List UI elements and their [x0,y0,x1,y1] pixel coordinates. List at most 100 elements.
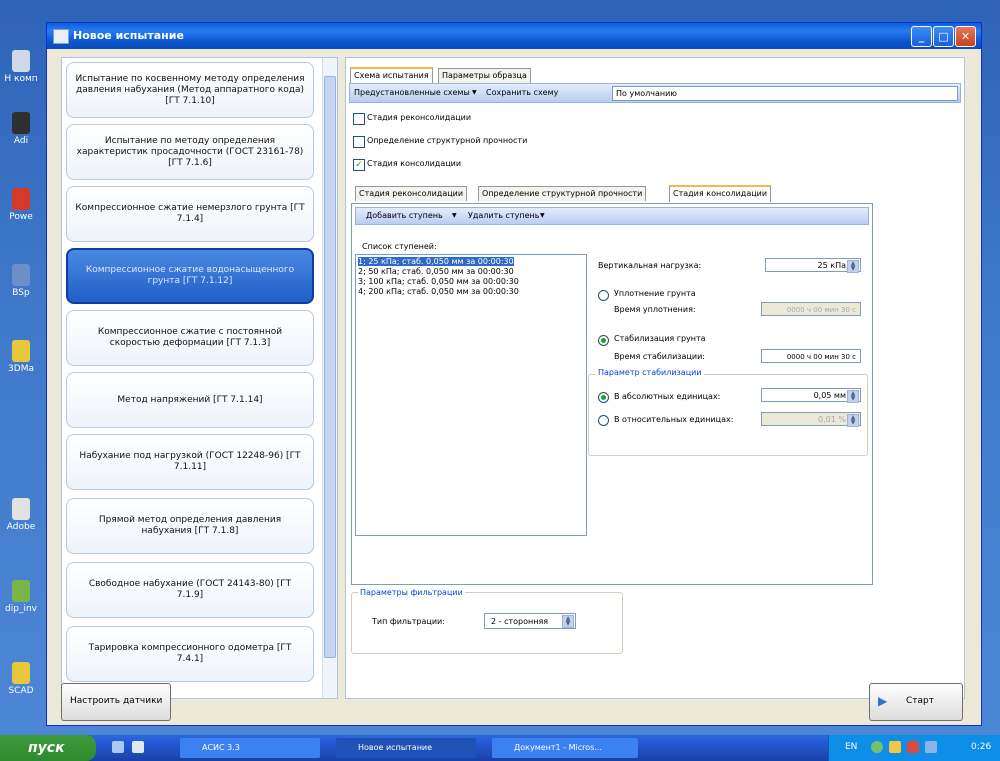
desktop-icon-adobe[interactable]: Adobe [2,498,40,532]
taskbar-item[interactable]: АСИС 3.3 [180,738,320,758]
checkbox-strength[interactable] [353,136,365,148]
load-field[interactable]: 25 кПа ▲ ▼ [765,258,861,273]
list-item-selected[interactable]: Компрессионное сжатие водонасыщенного гр… [66,248,314,304]
tab-label: Определение структурной прочности [482,189,643,198]
steps-label: Список ступеней: [362,242,437,251]
desktop-icon-scad[interactable]: SCAD [2,662,40,696]
list-item[interactable]: 1; 25 кПа; стаб. 0,050 мм за 00:00:30 [358,257,514,266]
list-item[interactable]: Компрессионное сжатие с постоянной скоро… [66,310,314,366]
list-item[interactable]: 3; 100 кПа; стаб. 0,050 мм за 00:00:30 [358,277,519,286]
add-step-button[interactable]: Добавить ступень [366,211,443,220]
list-item[interactable]: Набухание под нагрузкой (ГОСТ 12248-96) … [66,434,314,490]
list-item[interactable]: Испытание по косвенному методу определен… [66,62,314,118]
tab-label: Стадия реконсолидации [359,189,464,198]
radio-compaction[interactable] [598,290,609,301]
tray-icon[interactable] [907,741,919,753]
list-item[interactable]: Испытание по методу определения характер… [66,124,314,180]
load-label: Вертикальная нагрузка: [598,261,702,270]
load-value: 25 кПа [817,261,846,270]
tray-icon[interactable] [871,741,883,753]
tab-scheme[interactable]: Схема испытания [350,67,433,84]
stabilization-time-value: 0000 ч 00 мин 30 с [786,353,856,361]
configure-sensors-label: Настроить датчики [70,696,163,706]
radio-absolute[interactable] [598,392,609,403]
checkbox-consolidation-label: Стадия консолидации [367,159,462,168]
taskbar-item-active[interactable]: Новое испытание [336,738,476,758]
list-scroll-thumb[interactable] [324,76,336,658]
desktop-icon-dip[interactable]: dip_inv [2,580,40,614]
title-bar[interactable]: Новое испытание _ □ ✕ [47,23,981,49]
list-item[interactable]: 2; 50 кПа; стаб. 0,050 мм за 00:00:30 [358,267,514,276]
desktop-icon-label: dip_inv [5,604,37,614]
compaction-time-value: 0000 ч 00 мин 30 с [786,306,856,314]
radio-relative[interactable] [598,415,609,426]
start-label: Старт [906,696,934,706]
consolidation-stage-box: Добавить ступень ▼ Удалить ступень ▼ Спи… [351,203,873,585]
compaction-time-field: 0000 ч 00 мин 30 с [761,302,861,316]
list-item[interactable]: Компрессионное сжатие немерзлого грунта … [66,186,314,242]
save-scheme-button[interactable]: Сохранить схему [486,88,558,97]
scheme-name-value: По умолчанию [616,89,678,98]
tab-params[interactable]: Параметры образца [438,68,531,83]
maximize-button[interactable]: □ [933,26,954,47]
desktop-icon-adi[interactable]: Adi [2,112,40,146]
absolute-field[interactable]: 0,05 мм ▲ ▼ [761,388,861,403]
radio-stabilization-label: Стабилизация грунта [614,334,706,343]
list-item-label: Испытание по косвенному методу определен… [75,73,305,106]
desktop-icon-bsp[interactable]: BSp [2,264,40,298]
spin-button[interactable]: ▲ ▼ [847,390,859,403]
radio-stabilization[interactable] [598,335,609,346]
steps-list[interactable]: 1; 25 кПа; стаб. 0,050 мм за 00:00:30 2;… [355,254,587,536]
list-item[interactable]: Прямой метод определения давления набуха… [66,498,314,554]
filtration-type-value: 2 - сторонняя [491,617,549,626]
start-menu-button[interactable]: пуск [0,735,96,761]
spin-button: ▲ ▼ [847,414,859,427]
app-icon [12,188,30,210]
checkbox-consolidation[interactable]: ✓ [353,159,365,171]
minimize-button[interactable]: _ [911,26,932,47]
list-item[interactable]: Тарировка компрессионного одометра [ГТ 7… [66,626,314,682]
desktop-icon-label: Adi [13,136,29,146]
filtration-type-field[interactable]: 2 - сторонняя ▲ ▼ [484,613,576,629]
spin-button[interactable]: ▲ ▼ [562,615,574,628]
subtab-reconsolidation[interactable]: Стадия реконсолидации [355,186,468,201]
filtration-type-label: Тип фильтрации: [372,617,445,626]
remove-step-button[interactable]: Удалить ступень [468,211,539,220]
desktop-icon-label: BSp [12,288,30,298]
desktop-icon-powe[interactable]: Powe [2,188,40,222]
scheme-name-input[interactable]: По умолчанию [612,86,958,101]
desktop-icon-computer[interactable]: Н комп [2,50,40,84]
subtab-consolidation[interactable]: Стадия консолидации [669,185,772,202]
desktop-icon-label: SCAD [8,686,34,696]
stage-toolbar: Добавить ступень ▼ Удалить ступень ▼ [355,207,869,225]
language-indicator[interactable]: EN [845,742,857,752]
subtab-strength[interactable]: Определение структурной прочности [478,186,647,201]
configure-sensors-button[interactable]: Настроить датчики [61,683,171,721]
chevron-down-icon[interactable]: ▼ [452,212,457,219]
checkbox-reconsolidation[interactable] [353,113,365,125]
quicklaunch-icon[interactable] [132,741,144,753]
list-item[interactable]: Свободное набухание (ГОСТ 24143-80) [ГТ … [66,562,314,618]
filtration-group: Параметры фильтрации Тип фильтрации: 2 -… [351,588,623,654]
chevron-down-icon[interactable]: ▼ [540,212,545,219]
start-button[interactable]: ▶ Старт [869,683,963,721]
stabilization-time-field[interactable]: 0000 ч 00 мин 30 с [761,349,861,363]
desktop-icon-label: Powe [9,212,33,222]
presets-button[interactable]: Предустановленные схемы [354,88,470,97]
tray-icon[interactable] [925,741,937,753]
desktop-icon-3dma[interactable]: 3DMa [2,340,40,374]
tray-icon[interactable] [889,741,901,753]
play-icon: ▶ [878,694,888,708]
checkbox-strength-label: Определение структурной прочности [367,136,528,145]
quicklaunch-icon[interactable] [112,741,124,753]
relative-value: 0,01 % [818,415,846,424]
list-item[interactable]: 4; 200 кПа; стаб. 0,050 мм за 00:00:30 [358,287,519,296]
desktop-icon-label: 3DMa [8,364,34,374]
spin-button[interactable]: ▲ ▼ [847,260,859,273]
absolute-value: 0,05 мм [813,391,846,400]
close-button[interactable]: ✕ [955,26,976,47]
taskbar-item[interactable]: Документ1 - Micros... [492,738,638,758]
list-item-label: Набухание под нагрузкой (ГОСТ 12248-96) … [79,451,301,472]
list-item[interactable]: Метод напряжений [ГТ 7.1.14] [66,372,314,428]
chevron-down-icon[interactable]: ▼ [472,89,477,96]
